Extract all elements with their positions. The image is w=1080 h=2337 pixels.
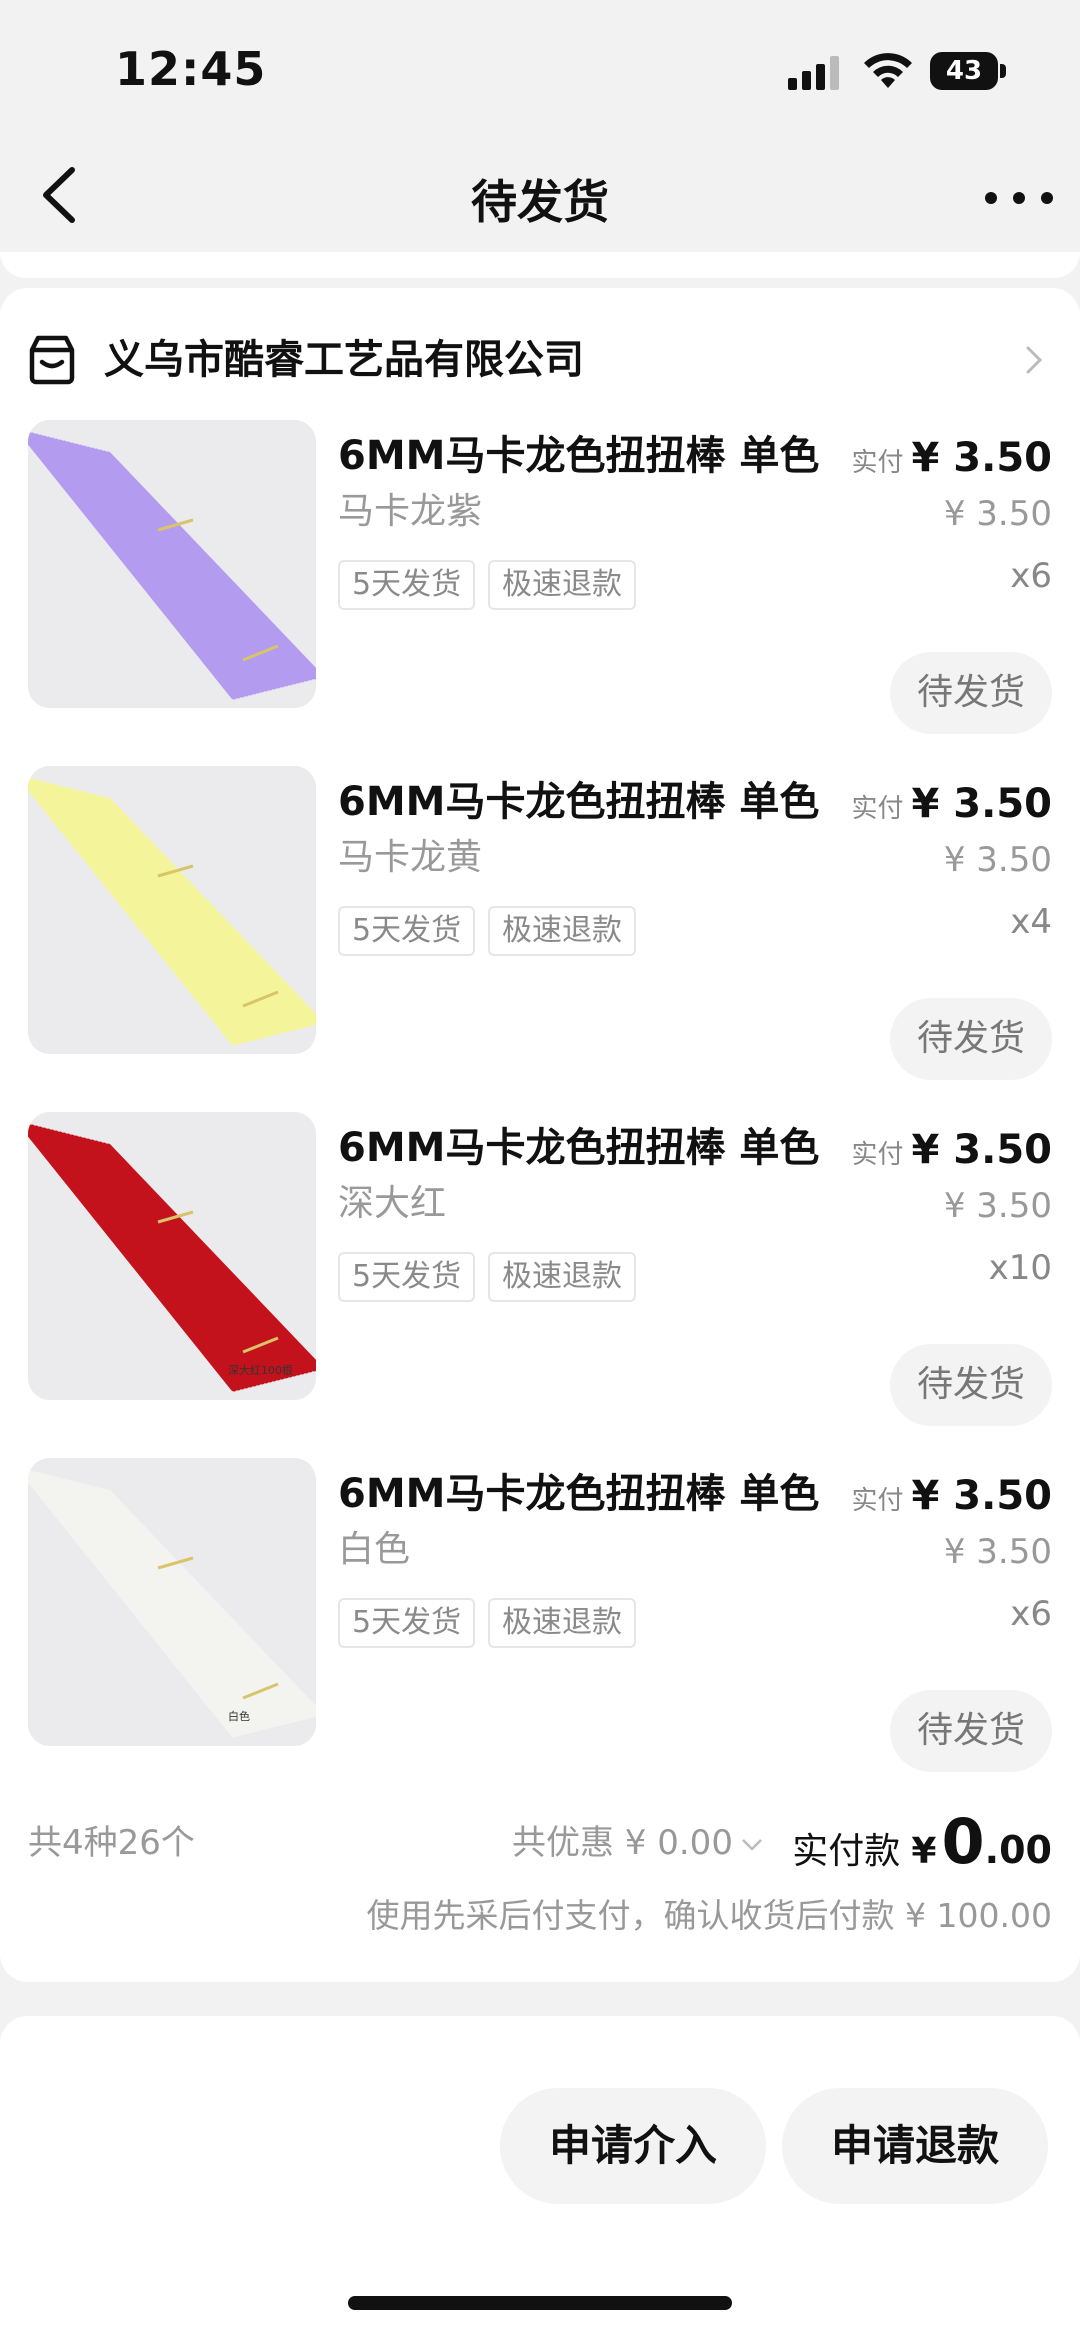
shipping-tag: 5天发货	[338, 906, 476, 956]
product-title: 6MM马卡龙色扭扭棒 单色	[338, 433, 820, 479]
paid-amount: ¥ 3.50	[911, 781, 1052, 827]
fast-refund-tag: 极速退款	[488, 1598, 636, 1648]
more-icon[interactable]	[985, 170, 1055, 220]
product-title: 6MM马卡龙色扭扭棒 单色	[338, 1125, 820, 1171]
cellular-signal-icon	[788, 56, 839, 90]
quantity: x6	[1010, 556, 1052, 596]
quantity: x6	[1010, 1594, 1052, 1634]
original-price: ¥ 3.50	[943, 1532, 1052, 1572]
shipping-tag: 5天发货	[338, 1252, 476, 1302]
product-sku: 马卡龙紫	[338, 491, 483, 532]
order-item[interactable]: 白色 6MM马卡龙色扭扭棒 单色 白色 5天发货 极速退款 实付 ¥ 3.50 ¥…	[0, 1458, 1080, 1803]
product-image[interactable]	[28, 766, 316, 1054]
store-icon	[29, 335, 75, 385]
discount-dropdown[interactable]: 共优惠 ¥ 0.00	[512, 1813, 763, 1873]
order-item[interactable]: 6MM马卡龙色扭扭棒 单色 马卡龙黄 5天发货 极速退款 实付 ¥ 3.50 ¥ …	[0, 766, 1080, 1111]
status-bar: 12:45 43	[0, 0, 1080, 140]
quantity: x10	[988, 1248, 1052, 1288]
wifi-icon	[864, 53, 912, 88]
shop-header[interactable]: 义乌市酷睿工艺品有限公司	[26, 330, 1046, 390]
total-currency: ¥	[911, 1831, 937, 1872]
payment-note: 使用先采后付支付，确认收货后付款 ¥ 100.00	[366, 1896, 1052, 1935]
discount-text: 共优惠 ¥ 0.00	[512, 1823, 733, 1863]
paid-price: 实付 ¥ 3.50	[852, 1122, 1052, 1183]
paid-amount: ¥ 3.50	[911, 1127, 1052, 1173]
item-count: 共4种26个	[28, 1823, 195, 1863]
product-image[interactable]: 深大红100根	[28, 1112, 316, 1400]
apply-intervene-button[interactable]: 申请介入	[500, 2088, 766, 2204]
product-sku: 深大红	[338, 1183, 447, 1224]
battery-icon: 43	[930, 52, 1006, 90]
nav-bar: 待发货	[0, 140, 1080, 260]
apply-refund-button[interactable]: 申请退款	[782, 2088, 1048, 2204]
fast-refund-tag: 极速退款	[488, 906, 636, 956]
paid-price: 实付 ¥ 3.50	[852, 776, 1052, 837]
product-image[interactable]	[28, 420, 316, 708]
original-price: ¥ 3.50	[943, 494, 1052, 534]
photo-label: 白色	[228, 1709, 250, 1723]
original-price: ¥ 3.50	[943, 840, 1052, 880]
order-item[interactable]: 深大红100根 6MM马卡龙色扭扭棒 单色 深大红 5天发货 极速退款 实付 ¥ …	[0, 1112, 1080, 1457]
paid-label: 实付	[851, 1140, 904, 1170]
total-integer: 0	[941, 1805, 985, 1878]
paid-amount: ¥ 3.50	[911, 1473, 1052, 1519]
product-image[interactable]: 白色	[28, 1458, 316, 1746]
original-price: ¥ 3.50	[943, 1186, 1052, 1226]
shipping-tag: 5天发货	[338, 1598, 476, 1648]
product-sku: 白色	[338, 1529, 411, 1570]
action-bar: 申请介入 申请退款	[0, 2016, 1080, 2337]
pending-shipment-button[interactable]: 待发货	[890, 1690, 1052, 1772]
total-label: 实付款	[792, 1831, 901, 1872]
paid-label: 实付	[851, 794, 904, 824]
paid-label: 实付	[851, 1486, 904, 1516]
pending-shipment-button[interactable]: 待发货	[890, 998, 1052, 1080]
paid-amount: ¥ 3.50	[911, 435, 1052, 481]
product-sku: 马卡龙黄	[338, 837, 483, 878]
chevron-down-icon	[742, 1838, 762, 1851]
order-card: 义乌市酷睿工艺品有限公司 6MM马卡龙色扭扭棒 单色 马卡龙紫 5天发货 极速退…	[0, 288, 1080, 1982]
order-item[interactable]: 6MM马卡龙色扭扭棒 单色 马卡龙紫 5天发货 极速退款 实付 ¥ 3.50 ¥ …	[0, 420, 1080, 765]
page-title: 待发货	[471, 175, 609, 229]
total-paid: 实付款 ¥ 0.00	[792, 1807, 1052, 1893]
order-summary: 共4种26个 共优惠 ¥ 0.00 实付款 ¥ 0.00	[28, 1807, 1052, 1877]
shop-name: 义乌市酷睿工艺品有限公司	[104, 337, 584, 383]
battery-level: 43	[930, 52, 998, 90]
quantity: x4	[1010, 902, 1052, 942]
photo-label: 深大红100根	[228, 1363, 293, 1377]
paid-price: 实付 ¥ 3.50	[852, 1468, 1052, 1529]
card-top-edge	[0, 252, 1080, 278]
paid-price: 实付 ¥ 3.50	[852, 430, 1052, 491]
fast-refund-tag: 极速退款	[488, 1252, 636, 1302]
pending-shipment-button[interactable]: 待发货	[890, 652, 1052, 734]
pending-shipment-button[interactable]: 待发货	[890, 1344, 1052, 1426]
product-title: 6MM马卡龙色扭扭棒 单色	[338, 1471, 820, 1517]
product-title: 6MM马卡龙色扭扭棒 单色	[338, 779, 820, 825]
status-time: 12:45	[115, 42, 267, 96]
fast-refund-tag: 极速退款	[488, 560, 636, 610]
home-indicator	[348, 2296, 732, 2310]
shipping-tag: 5天发货	[338, 560, 476, 610]
chevron-right-icon	[1026, 346, 1043, 374]
total-decimal: .00	[984, 1828, 1052, 1872]
paid-label: 实付	[851, 448, 904, 478]
